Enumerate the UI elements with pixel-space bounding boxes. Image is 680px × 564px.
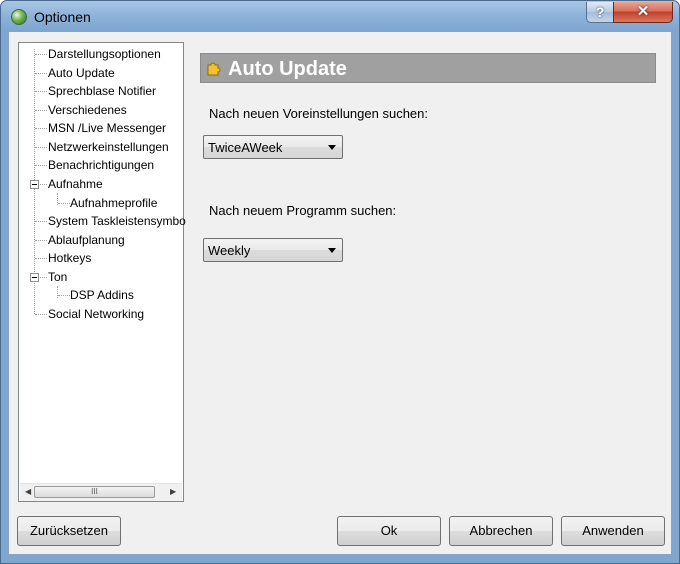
options-tree[interactable]: Darstellungsoptionen Auto Update Sprechb… bbox=[18, 42, 186, 502]
tree-connector bbox=[58, 295, 70, 296]
chevron-down-icon bbox=[328, 248, 336, 253]
puzzle-icon bbox=[207, 62, 221, 76]
apply-button-label: Anwenden bbox=[582, 523, 644, 538]
tree-item-dsp-addins[interactable]: DSP Addins bbox=[70, 288, 134, 302]
dialog-client-area: Darstellungsoptionen Auto Update Sprechb… bbox=[8, 31, 672, 555]
chevron-down-icon bbox=[328, 145, 336, 150]
title-bar[interactable]: Optionen ? ✕ bbox=[1, 1, 679, 33]
scroll-left-icon[interactable]: ◀ bbox=[25, 487, 31, 496]
tree-connector bbox=[35, 147, 47, 148]
tree-connector bbox=[40, 277, 47, 278]
tree-connector bbox=[35, 128, 47, 129]
tree-item-benachrichtigungen[interactable]: Benachrichtigungen bbox=[48, 158, 154, 172]
tree-connector bbox=[58, 203, 70, 204]
tree-item-auto-update[interactable]: Auto Update bbox=[48, 66, 115, 80]
panel-title: Auto Update bbox=[228, 58, 347, 80]
tree-connector bbox=[35, 221, 47, 222]
tree-connector bbox=[35, 258, 47, 259]
tree-connector bbox=[57, 286, 58, 298]
tree-connector bbox=[35, 110, 47, 111]
tree-connector bbox=[35, 314, 47, 315]
tree-item-social-networking[interactable]: Social Networking bbox=[48, 307, 144, 321]
reset-button[interactable]: Zurücksetzen bbox=[17, 516, 121, 546]
tree-item-msn-messenger[interactable]: MSN /Live Messenger bbox=[48, 121, 166, 135]
program-frequency-select[interactable]: Weekly bbox=[203, 238, 343, 262]
tree-connector bbox=[35, 91, 47, 92]
panel-header: Auto Update bbox=[200, 53, 656, 83]
preset-search-label: Nach neuen Voreinstellungen suchen: bbox=[209, 106, 428, 121]
cancel-button[interactable]: Abbrechen bbox=[449, 516, 553, 546]
reset-button-label: Zurücksetzen bbox=[29, 523, 109, 538]
close-button[interactable]: ✕ bbox=[613, 2, 673, 23]
app-globe-icon bbox=[11, 9, 27, 25]
scroll-thumb[interactable]: III bbox=[34, 486, 155, 498]
tree-item-verschiedenes[interactable]: Verschiedenes bbox=[48, 103, 127, 117]
tree-item-aufnahmeprofile[interactable]: Aufnahmeprofile bbox=[70, 196, 157, 210]
program-search-label: Nach neuem Programm suchen: bbox=[209, 203, 397, 218]
ok-button[interactable]: Ok bbox=[337, 516, 441, 546]
program-frequency-value: Weekly bbox=[208, 243, 251, 258]
preset-frequency-select[interactable]: TwiceAWeek bbox=[203, 135, 343, 159]
tree-connector bbox=[35, 165, 47, 166]
settings-panel: Auto Update Nach neuen Voreinstellungen … bbox=[192, 42, 664, 502]
tree-connector bbox=[40, 184, 47, 185]
window-title: Optionen bbox=[34, 9, 91, 25]
collapse-ton-icon[interactable] bbox=[30, 273, 39, 282]
tree-item-hotkeys[interactable]: Hotkeys bbox=[48, 251, 91, 265]
tree-connector bbox=[35, 54, 47, 55]
options-window: Optionen ? ✕ Darstellungsoptionen Auto U… bbox=[0, 0, 680, 564]
ok-button-label: Ok bbox=[380, 523, 398, 538]
collapse-aufnahme-icon[interactable] bbox=[30, 180, 39, 189]
tree-horizontal-scrollbar[interactable]: ◀ III ▶ bbox=[20, 483, 182, 501]
tree-item-ton[interactable]: Ton bbox=[48, 270, 67, 284]
tree-item-aufnahme[interactable]: Aufnahme bbox=[48, 177, 103, 191]
tree-item-ablaufplanung[interactable]: Ablaufplanung bbox=[48, 233, 125, 247]
tree-item-darstellungsoptionen[interactable]: Darstellungsoptionen bbox=[48, 47, 161, 61]
help-button[interactable]: ? bbox=[586, 2, 614, 23]
tree-connector bbox=[35, 73, 47, 74]
cancel-button-label: Abbrechen bbox=[469, 523, 533, 538]
apply-button[interactable]: Anwenden bbox=[561, 516, 665, 546]
tree-item-netzwerk[interactable]: Netzwerkeinstellungen bbox=[48, 140, 169, 154]
tree-item-sprechblase[interactable]: Sprechblase Notifier bbox=[48, 84, 156, 98]
tree-connector bbox=[35, 240, 47, 241]
scroll-right-icon[interactable]: ▶ bbox=[170, 487, 176, 496]
preset-frequency-value: TwiceAWeek bbox=[208, 140, 283, 155]
tree-item-taskleiste[interactable]: System Taskleistensymbo bbox=[48, 214, 186, 228]
